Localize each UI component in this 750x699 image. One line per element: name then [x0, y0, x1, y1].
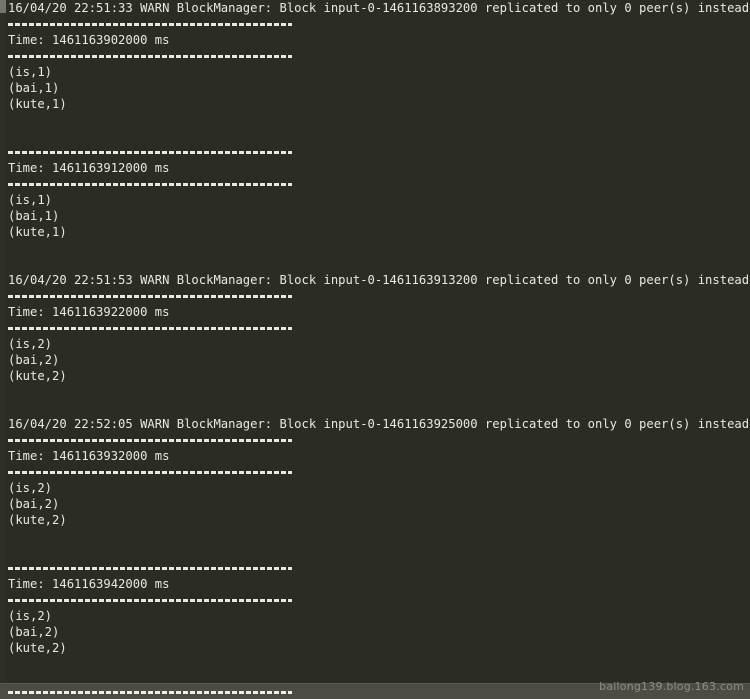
- separator-rule: [0, 288, 750, 304]
- separator-rule: [0, 16, 750, 32]
- word-count-tuple-line: (bai,2): [8, 353, 60, 367]
- batch-time-line: Time: 1461163932000 ms: [8, 449, 170, 463]
- batch-time-line: Time: 1461163942000 ms: [8, 577, 170, 591]
- separator-rule: [0, 560, 750, 576]
- separator-rule: [0, 48, 750, 64]
- separator-rule: [0, 432, 750, 448]
- separator-rule: [0, 464, 750, 480]
- separator-rule-partial: [8, 691, 292, 694]
- separator-rule-dashes: [8, 470, 292, 474]
- separator-rule-dashes: [8, 566, 292, 570]
- separator-rule-dashes: [8, 54, 292, 58]
- word-count-tuple-line: (bai,2): [8, 497, 60, 511]
- separator-rule-dashes: [8, 22, 292, 26]
- separator-rule-dashes: [8, 294, 292, 298]
- word-count-tuple-line: (is,1): [8, 193, 53, 207]
- watermark-text: bailong139.blog.163.com: [599, 680, 744, 693]
- log-line-warn: 16/04/20 22:52:05 WARN BlockManager: Blo…: [8, 417, 750, 431]
- word-count-tuple-line: (kute,2): [8, 641, 67, 655]
- separator-rule: [0, 592, 750, 608]
- word-count-tuple-line: (is,1): [8, 65, 53, 79]
- word-count-tuple-line: (kute,2): [8, 369, 67, 383]
- word-count-tuple-line: (kute,1): [8, 225, 67, 239]
- word-count-tuple-line: (bai,2): [8, 625, 60, 639]
- batch-time-line: Time: 1461163912000 ms: [8, 161, 170, 175]
- separator-rule-dashes: [8, 598, 292, 602]
- vertical-scrollbar-track[interactable]: [0, 0, 6, 699]
- word-count-tuple-line: (kute,1): [8, 97, 67, 111]
- vertical-scrollbar-thumb[interactable]: [0, 0, 6, 13]
- separator-rule-dashes: [8, 438, 292, 442]
- word-count-tuple-line: (is,2): [8, 609, 53, 623]
- word-count-tuple-line: (bai,1): [8, 81, 60, 95]
- separator-rule: [0, 320, 750, 336]
- terminal-window: 16/04/20 22:51:33 WARN BlockManager: Blo…: [0, 0, 750, 699]
- log-line-warn: 16/04/20 22:51:53 WARN BlockManager: Blo…: [8, 273, 750, 287]
- log-line-warn: 16/04/20 22:51:33 WARN BlockManager: Blo…: [8, 1, 750, 15]
- separator-rule-dashes: [8, 326, 292, 330]
- separator-rule: [0, 176, 750, 192]
- word-count-tuple-line: (is,2): [8, 337, 53, 351]
- word-count-tuple-line: (kute,2): [8, 513, 67, 527]
- word-count-tuple-line: (bai,1): [8, 209, 60, 223]
- word-count-tuple-line: (is,2): [8, 481, 53, 495]
- separator-rule-dashes: [8, 182, 292, 186]
- batch-time-line: Time: 1461163922000 ms: [8, 305, 170, 319]
- separator-rule-dashes: [8, 150, 292, 154]
- separator-rule: [0, 144, 750, 160]
- batch-time-line: Time: 1461163902000 ms: [8, 33, 170, 47]
- terminal-output-area[interactable]: 16/04/20 22:51:33 WARN BlockManager: Blo…: [0, 0, 750, 683]
